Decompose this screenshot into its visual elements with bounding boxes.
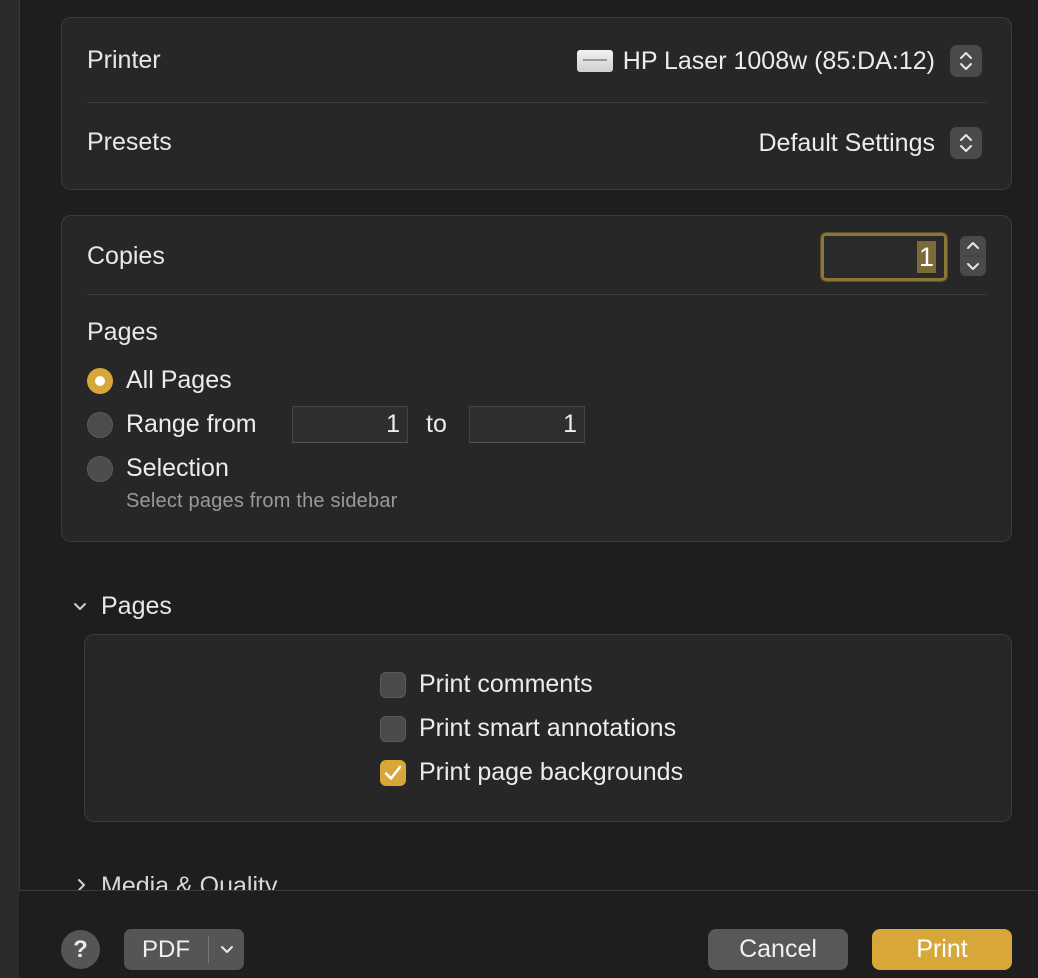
print-comments-label[interactable]: Print comments — [419, 670, 593, 699]
print-button[interactable]: Print — [872, 929, 1012, 970]
presets-popup-button[interactable] — [950, 127, 982, 159]
cancel-button[interactable]: Cancel — [708, 929, 848, 970]
pages-section-title[interactable]: Pages — [101, 592, 172, 621]
print-page-backgrounds-checkbox[interactable] — [380, 760, 406, 786]
printer-panel — [61, 17, 1012, 190]
selection-label[interactable]: Selection — [126, 454, 229, 483]
range-to-input[interactable]: 1 — [469, 406, 585, 443]
print-smart-annotations-checkbox[interactable] — [380, 716, 406, 742]
print-page-backgrounds-label[interactable]: Print page backgrounds — [419, 758, 683, 787]
all-pages-radio[interactable] — [87, 368, 113, 394]
selection-radio[interactable] — [87, 456, 113, 482]
printer-label: Printer — [87, 46, 161, 74]
range-to-label: to — [426, 410, 447, 438]
up-down-chevron-icon — [960, 134, 972, 152]
help-button[interactable]: ? — [61, 930, 100, 969]
chevron-down-icon — [220, 945, 233, 953]
range-from-label[interactable]: Range from — [126, 410, 257, 439]
copies-value: 1 — [916, 241, 936, 273]
media-section-title[interactable]: Media & Quality — [101, 872, 277, 890]
stepper-arrows-icon — [963, 242, 983, 270]
range-radio[interactable] — [87, 412, 113, 438]
print-smart-annotations-label[interactable]: Print smart annotations — [419, 714, 676, 743]
presets-value: Default Settings — [758, 128, 936, 157]
printer-popup-button[interactable] — [950, 45, 982, 77]
all-pages-label[interactable]: All Pages — [126, 366, 232, 395]
sidebar-edge — [0, 0, 20, 978]
selection-hint: Select pages from the sidebar — [126, 490, 398, 512]
print-comments-checkbox[interactable] — [380, 672, 406, 698]
up-down-chevron-icon — [960, 52, 972, 70]
printer-divider — [87, 102, 986, 103]
copies-input[interactable]: 1 — [820, 232, 948, 282]
media-section-clip: Media & Quality — [19, 860, 1038, 890]
copies-label: Copies — [87, 242, 165, 270]
printer-popup[interactable]: HP Laser 1008w (85:DA:12) — [576, 44, 935, 78]
pages-label: Pages — [87, 318, 158, 346]
presets-popup[interactable]: Default Settings — [759, 126, 936, 160]
pdf-label[interactable]: PDF — [124, 936, 208, 964]
presets-label: Presets — [87, 128, 172, 156]
range-from-input[interactable]: 1 — [292, 406, 408, 443]
printer-icon — [576, 50, 613, 72]
copies-divider — [87, 294, 986, 295]
chevron-right-icon[interactable] — [74, 877, 90, 890]
printer-value: HP Laser 1008w (85:DA:12) — [622, 46, 935, 75]
pdf-dropdown[interactable] — [209, 945, 244, 955]
copies-stepper[interactable] — [960, 236, 986, 276]
checkmark-icon — [384, 765, 402, 780]
pdf-menu-button[interactable]: PDF — [124, 929, 244, 970]
chevron-down-icon[interactable] — [72, 599, 88, 615]
